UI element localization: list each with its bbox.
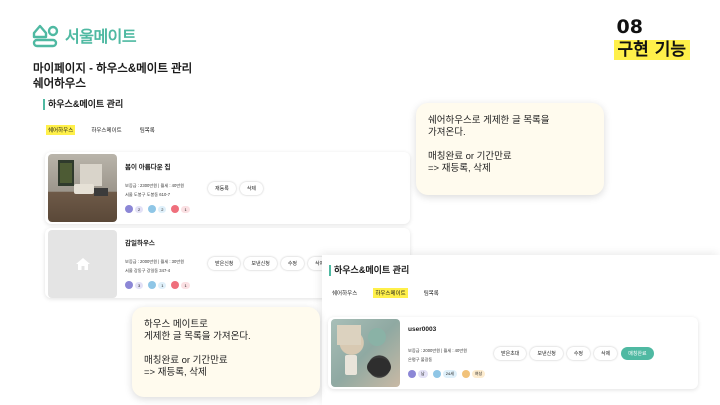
listing-card[interactable]: 봄이 아름다운 집 보증금 : 2300만원 | 월세 : 40만원 서울 도봉… <box>45 152 410 224</box>
reregister-button[interactable]: 재등록 <box>208 182 236 195</box>
gender-icon <box>408 370 416 378</box>
section-a-title: 하우스&메이트 관리 <box>43 99 123 110</box>
chip-bed-count: 3 <box>135 281 144 289</box>
received-invites-button[interactable]: 받은초대 <box>494 347 527 360</box>
listing-title: 봄이 아름다운 집 <box>125 164 171 171</box>
tab-team-list[interactable]: 팀목록 <box>422 288 441 298</box>
location-pin-icon <box>171 205 180 213</box>
housemate-card[interactable]: user0003 보증금 : 2000만원 | 월세 : 40만원 은평구 불광… <box>328 317 698 389</box>
bed-icon <box>125 205 133 213</box>
section-b-tabs: 쉐어하우스 하우스메이트 팀목록 <box>330 288 441 298</box>
chip-preference-value: 여성 <box>471 370 486 378</box>
age-icon <box>432 370 441 378</box>
chip-bath-count: 2 <box>158 205 167 213</box>
brand-logo: 서울메이트 <box>31 22 137 48</box>
delete-button[interactable]: 삭제 <box>239 182 264 195</box>
chip-location: 1 <box>171 281 190 289</box>
callout-housemate-note: 하우스 메이트로 게제한 글 목록을 가져온다. 매칭완료 or 기간만료 =>… <box>132 307 320 397</box>
chip-age: 24세 <box>432 370 457 378</box>
listing-address: 서울 도봉구 도봉동 610-7 <box>125 192 171 197</box>
location-pin-icon <box>171 281 180 289</box>
housemate-username: user0003 <box>408 326 437 333</box>
person-icon <box>461 370 470 378</box>
section-b-title: 하우스&메이트 관리 <box>329 265 409 276</box>
housemate-photo <box>331 319 400 387</box>
feature-number: 08 <box>616 16 643 38</box>
listing-photo <box>48 154 117 222</box>
housemate-area: 은평구 불광동 <box>408 357 433 362</box>
bath-icon <box>148 281 157 289</box>
edit-button[interactable]: 수정 <box>566 347 591 360</box>
tab-housemate[interactable]: 하우스메이트 <box>373 288 408 298</box>
tab-sharehouse[interactable]: 쉐어하우스 <box>46 125 76 135</box>
feature-title: 구현 기능 <box>613 40 690 60</box>
sent-requests-button[interactable]: 보낸신청 <box>530 347 563 360</box>
listing-actions: 받은신청 보낸신청 수정 삭제 <box>208 257 332 270</box>
chip-bed: 3 <box>125 281 144 289</box>
tab-sharehouse[interactable]: 쉐어하우스 <box>330 288 359 298</box>
logo-house-icon <box>32 24 59 48</box>
callout-sharehouse-note: 쉐어하우스로 게제한 글 목록을 가져온다. 매칭완료 or 기간만료 => 재… <box>416 103 604 195</box>
callout-text: 쉐어하우스로 게제한 글 목록을 가져온다. 매칭완료 or 기간만료 => 재… <box>428 115 550 174</box>
received-requests-button[interactable]: 받은신청 <box>208 257 241 270</box>
listing-title: 감일하우스 <box>125 240 155 247</box>
edit-button[interactable]: 수정 <box>280 257 305 270</box>
logo-text: 서울메이트 <box>65 27 137 46</box>
chip-location: 1 <box>171 205 190 213</box>
listing-chips: 3 1 1 <box>125 281 190 289</box>
chip-bath: 1 <box>148 281 167 289</box>
bath-icon <box>148 205 157 213</box>
page-heading: 마이페이지 - 하우스&메이트 관리 쉐어하우스 <box>33 62 192 92</box>
chip-bath: 2 <box>148 205 167 213</box>
chip-age-value: 24세 <box>442 370 457 378</box>
housemate-budget: 보증금 : 2000만원 | 월세 : 40만원 <box>408 348 468 353</box>
listing-photo-placeholder <box>48 230 117 298</box>
page-heading-line2: 쉐어하우스 <box>33 78 86 90</box>
listing-chips: 2 2 1 <box>125 205 190 213</box>
chip-gender-value: 남 <box>418 370 428 378</box>
home-icon <box>75 258 90 270</box>
matching-complete-button[interactable]: 매칭완료 <box>621 347 654 360</box>
housemate-actions: 받은초대 보낸신청 수정 삭제 매칭완료 <box>494 347 654 360</box>
chip-bath-count: 1 <box>158 281 167 289</box>
sent-requests-button[interactable]: 보낸신청 <box>244 257 277 270</box>
listing-address: 서울 강동구 강일동 347-4 <box>125 268 171 273</box>
callout-text: 하우스 메이트로 게제한 글 목록을 가져온다. 매칭완료 or 기간만료 =>… <box>144 319 251 378</box>
delete-button[interactable]: 삭제 <box>594 347 618 360</box>
section-a-tabs: 쉐어하우스 하우스메이트 팀목록 <box>46 125 157 135</box>
listing-actions: 재등록 삭제 <box>208 182 264 195</box>
tab-housemate[interactable]: 하우스메이트 <box>89 125 123 135</box>
page-heading-line1: 마이페이지 - 하우스&메이트 관리 <box>33 63 193 75</box>
feature-badge: 08 구현 기능 <box>613 16 690 60</box>
chip-bed-count: 2 <box>135 205 144 213</box>
chip-gender: 남 <box>408 370 428 378</box>
chip-location-count: 1 <box>181 205 190 213</box>
chip-bed: 2 <box>125 205 144 213</box>
chip-location-count: 1 <box>181 281 190 289</box>
tab-team-list[interactable]: 팀목록 <box>138 125 157 135</box>
listing-price: 보증금 : 2000만원 | 월세 : 30만원 <box>125 259 185 264</box>
bed-icon <box>125 281 133 289</box>
listing-price: 보증금 : 2300만원 | 월세 : 40만원 <box>125 183 185 188</box>
chip-preference: 여성 <box>461 370 486 378</box>
housemate-chips: 남 24세 여성 <box>408 370 486 378</box>
